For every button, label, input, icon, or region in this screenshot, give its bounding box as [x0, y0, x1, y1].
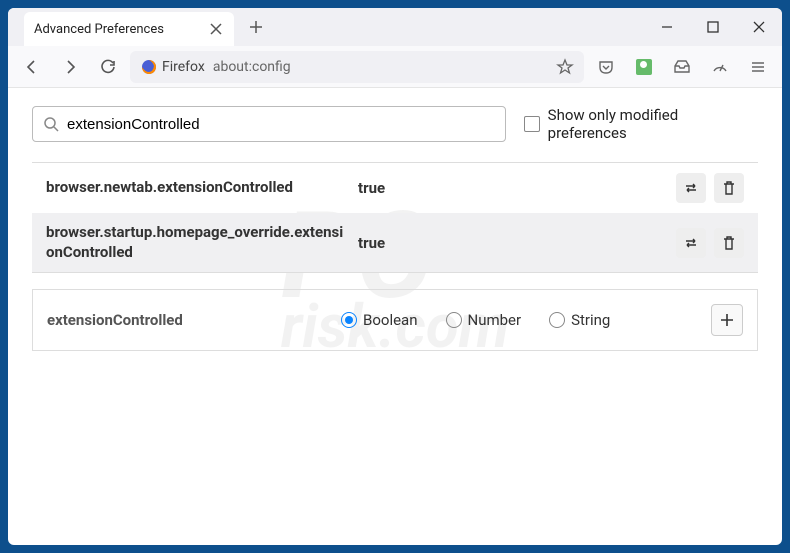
urlbar-brand-text: Firefox	[162, 59, 205, 75]
back-button[interactable]	[16, 51, 48, 83]
forward-button[interactable]	[54, 51, 86, 83]
bookmark-star-icon[interactable]	[556, 58, 574, 76]
pref-list: browser.newtab.extensionControlled true …	[32, 162, 758, 273]
delete-button[interactable]	[714, 228, 744, 258]
pref-name: browser.newtab.extensionControlled	[46, 178, 346, 198]
radio-number[interactable]: Number	[446, 311, 522, 329]
radio-label: String	[571, 311, 610, 329]
tab-title: Advanced Preferences	[34, 22, 200, 37]
type-radio-group: Boolean Number String	[341, 311, 697, 329]
close-icon[interactable]	[208, 21, 224, 37]
radio-icon	[446, 312, 462, 328]
url-text: about:config	[213, 59, 291, 75]
maximize-button[interactable]	[690, 8, 736, 46]
toggle-button[interactable]	[676, 228, 706, 258]
firefox-brand: Firefox	[140, 58, 205, 76]
radio-icon	[549, 312, 565, 328]
pref-row: browser.newtab.extensionControlled true	[32, 163, 758, 213]
pocket-icon[interactable]	[590, 51, 622, 83]
new-pref-name: extensionControlled	[47, 311, 327, 329]
tab-active[interactable]: Advanced Preferences	[24, 12, 234, 46]
content-area: Show only modified preferences browser.n…	[8, 88, 782, 545]
show-only-modified-checkbox[interactable]: Show only modified preferences	[524, 106, 758, 142]
window-controls	[644, 8, 782, 46]
new-pref-row: extensionControlled Boolean Number Strin…	[32, 289, 758, 351]
pref-value: true	[358, 234, 664, 252]
add-pref-button[interactable]	[711, 304, 743, 336]
minimize-button[interactable]	[644, 8, 690, 46]
toolbar: Firefox about:config	[8, 46, 782, 88]
radio-label: Boolean	[363, 311, 418, 329]
inbox-icon[interactable]	[666, 51, 698, 83]
new-tab-button[interactable]	[242, 13, 270, 41]
tab-bar: Advanced Preferences	[8, 8, 782, 46]
toggle-button[interactable]	[676, 173, 706, 203]
url-bar[interactable]: Firefox about:config	[130, 51, 584, 83]
close-window-button[interactable]	[736, 8, 782, 46]
extension-icon[interactable]	[628, 51, 660, 83]
radio-boolean[interactable]: Boolean	[341, 311, 418, 329]
pref-row: browser.startup.homepage_override.extens…	[32, 213, 758, 272]
reload-button[interactable]	[92, 51, 124, 83]
checkbox-label-text: Show only modified preferences	[548, 106, 758, 142]
radio-label: Number	[468, 311, 522, 329]
delete-button[interactable]	[714, 173, 744, 203]
radio-icon	[341, 312, 357, 328]
radio-string[interactable]: String	[549, 311, 610, 329]
menu-icon[interactable]	[742, 51, 774, 83]
meter-icon[interactable]	[704, 51, 736, 83]
checkbox-icon	[524, 116, 540, 132]
pref-name: browser.startup.homepage_override.extens…	[46, 223, 346, 262]
pref-value: true	[358, 179, 664, 197]
search-box[interactable]	[32, 106, 506, 142]
search-icon	[43, 116, 59, 132]
firefox-logo-icon	[140, 58, 158, 76]
search-input[interactable]	[67, 116, 495, 133]
